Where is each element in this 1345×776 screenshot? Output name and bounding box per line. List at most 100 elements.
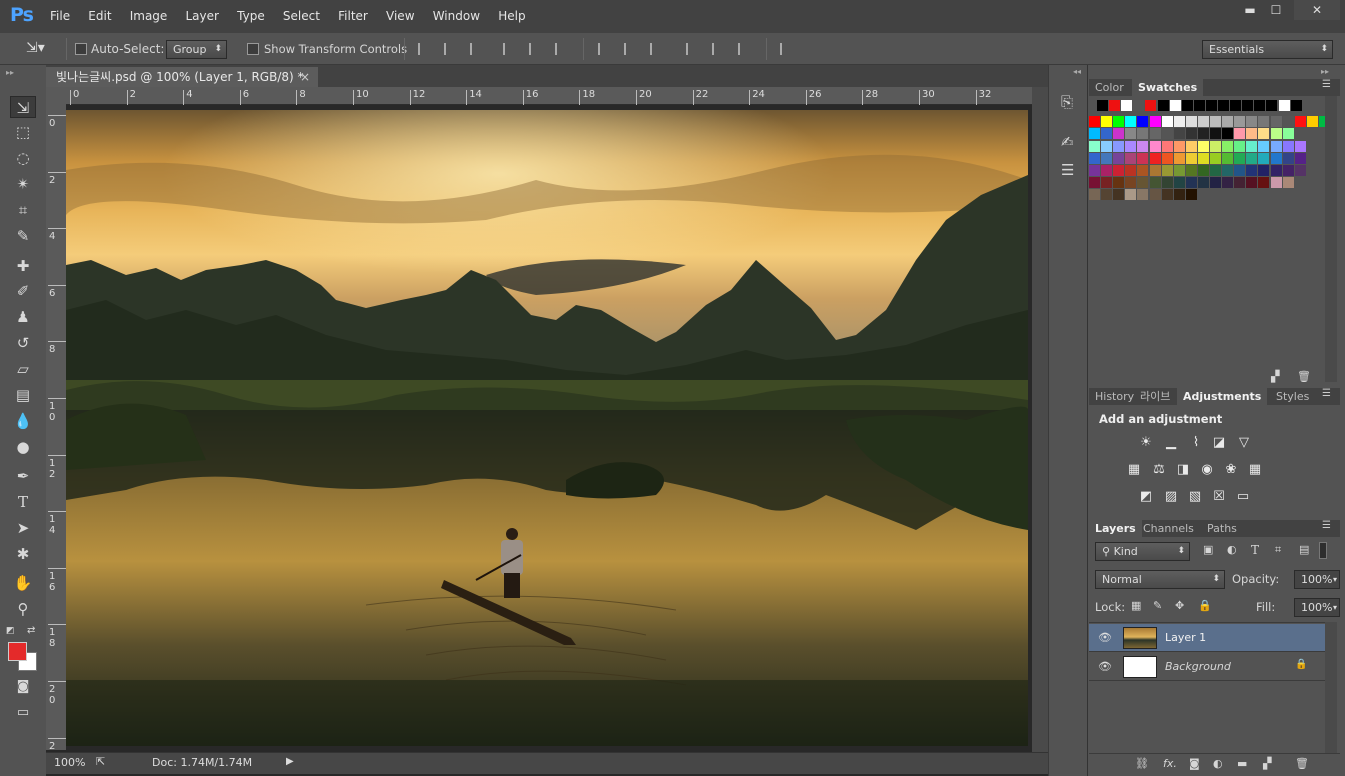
swatch[interactable] [1137,165,1149,176]
new-group-icon[interactable]: ▬ [1237,757,1247,770]
swatch[interactable] [1149,177,1161,189]
new-layer-icon[interactable]: ▞ [1263,757,1271,770]
brush-tool-icon[interactable]: ✐ [10,280,36,302]
layer-name[interactable]: Layer 1 [1165,631,1206,644]
channel-mixer-icon[interactable]: ❀ [1222,462,1240,478]
lock-image-icon[interactable]: ✎ [1153,599,1162,612]
swatch[interactable] [1242,100,1254,111]
swatch[interactable] [1246,128,1258,140]
swatch[interactable] [1258,140,1270,152]
brush-panel-icon[interactable]: ✍ [1061,133,1074,151]
layer-row-layer-1[interactable]: 👁 Layer 1 [1089,624,1325,652]
swatch[interactable] [1149,152,1161,164]
tab-styles[interactable]: Styles [1270,388,1315,405]
swatch[interactable] [1185,165,1197,176]
swatch[interactable] [1161,116,1173,128]
layer-filter-dropdown[interactable]: ⚲ Kind ⬍ [1095,542,1190,561]
swatch[interactable] [1113,128,1125,140]
swatch[interactable] [1282,177,1294,189]
exposure-icon[interactable]: ◪ [1210,435,1228,451]
swatch[interactable] [1222,177,1234,189]
pen-tool-icon[interactable]: ✒ [10,465,36,487]
vertical-scrollbar[interactable] [1032,87,1048,752]
shape-tool-icon[interactable]: ✱ [10,543,36,565]
menu-type[interactable]: Type [237,9,265,23]
swatch[interactable] [1101,177,1113,189]
swatch[interactable] [1149,189,1161,201]
swatch[interactable] [1161,177,1173,189]
swatch[interactable] [1210,128,1221,140]
delete-layer-icon[interactable]: 🗑 [1295,757,1309,770]
swatch[interactable] [1210,165,1221,176]
swatch[interactable] [1101,128,1113,140]
canvas-image[interactable] [66,110,1028,746]
distribute-top-icon[interactable] [598,43,612,55]
move-tool-icon[interactable]: ⇲ [10,96,36,118]
swatch[interactable] [1234,140,1246,152]
zoom-tool-icon[interactable]: ⚲ [10,598,36,620]
layers-scrollbar[interactable] [1325,622,1337,770]
collapse-icon[interactable]: ▸▸ [6,68,14,77]
lock-position-icon[interactable]: ✥ [1175,599,1184,612]
status-export-icon[interactable]: ⇱ [96,755,105,768]
filter-type-icon[interactable]: T [1251,543,1259,557]
swatch[interactable] [1149,116,1161,128]
swatch[interactable] [1197,140,1209,152]
blend-mode-dropdown[interactable]: Normal ⬍ [1095,570,1225,589]
swatch[interactable] [1089,152,1100,164]
close-tab-icon[interactable]: × [300,67,310,87]
swatch[interactable] [1125,140,1137,152]
swatch[interactable] [1246,140,1258,152]
tab-channels[interactable]: Channels [1137,520,1200,537]
selective-color-icon[interactable]: ☒ [1210,489,1228,505]
swatch[interactable] [1294,116,1306,128]
swatch[interactable] [1210,116,1221,128]
panel-menu-icon[interactable]: ☰ [1322,388,1331,399]
distribute-right-icon[interactable] [738,43,752,55]
default-colors-icon[interactable]: ◩ [6,626,15,636]
menu-help[interactable]: Help [498,9,525,23]
distribute-left-icon[interactable] [686,43,700,55]
collapse-panels-icon[interactable]: ◂◂ [1073,67,1081,76]
marquee-tool-icon[interactable]: ⬚ [10,121,36,143]
tab-history[interactable]: History [1089,388,1140,405]
swatch[interactable] [1173,189,1185,201]
hand-tool-icon[interactable]: ✋ [10,572,36,594]
swatch[interactable] [1173,152,1185,164]
swatch[interactable] [1113,116,1125,128]
swatch[interactable] [1137,140,1149,152]
gradient-map-icon[interactable]: ▭ [1234,489,1252,505]
swatch[interactable] [1270,116,1282,128]
swatch[interactable] [1089,189,1100,201]
swatches-scrollbar[interactable] [1325,96,1337,382]
color-lookup-icon[interactable]: ▦ [1246,462,1264,478]
history-brush-tool-icon[interactable]: ↺ [10,332,36,354]
swatch[interactable] [1185,177,1197,189]
horizontal-ruler[interactable]: 0 2 4 6 8 10 12 14 16 18 20 22 24 26 28 30 32 [66,87,1032,105]
threshold-icon[interactable]: ▧ [1186,489,1204,505]
lasso-tool-icon[interactable]: ◌ [10,147,36,169]
panel-menu-icon[interactable]: ☰ [1322,520,1331,531]
delete-swatch-icon[interactable]: 🗑 [1297,370,1311,383]
swatch[interactable] [1270,165,1282,176]
eraser-tool-icon[interactable]: ▱ [10,358,36,380]
swatch[interactable] [1197,177,1209,189]
filter-toggle[interactable] [1319,542,1327,559]
swatch[interactable] [1125,128,1137,140]
photo-filter-icon[interactable]: ◉ [1198,462,1216,478]
filter-adjustment-icon[interactable]: ◐ [1227,543,1237,556]
swatch[interactable] [1254,100,1266,111]
swatch[interactable] [1161,140,1173,152]
align-top-icon[interactable] [418,43,432,55]
swatch[interactable] [1137,128,1149,140]
status-menu-arrow-icon[interactable]: ▶ [286,756,294,767]
menu-select[interactable]: Select [283,9,320,23]
swatch[interactable] [1278,100,1290,111]
eyedropper-tool-icon[interactable]: ✎ [10,225,36,247]
swatch[interactable] [1173,116,1185,128]
properties-panel-icon[interactable]: ☰ [1061,161,1074,179]
swatch[interactable] [1089,177,1100,189]
layer-name[interactable]: Background [1165,660,1231,673]
swatch[interactable] [1210,140,1221,152]
swatch[interactable] [1125,177,1137,189]
